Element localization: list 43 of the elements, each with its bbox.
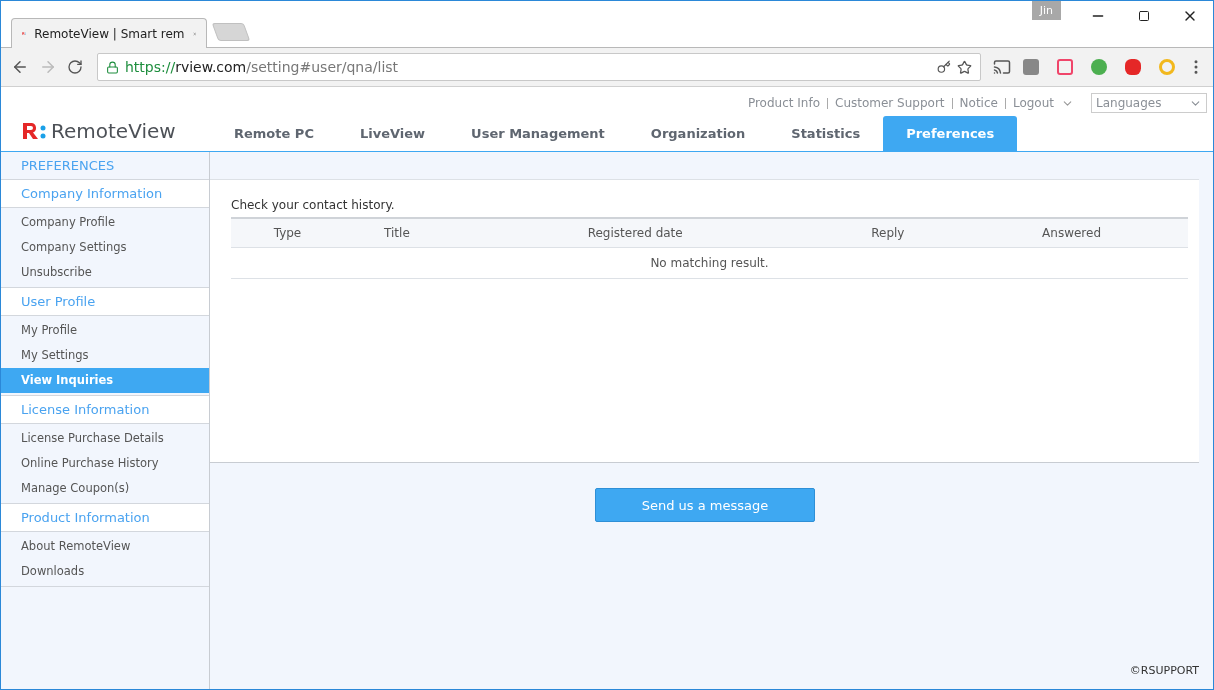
maximize-icon[interactable]: [1138, 10, 1150, 22]
extension-icon[interactable]: [1125, 59, 1141, 75]
column-header: Answered: [955, 218, 1188, 248]
sidebar-item[interactable]: Company Profile: [1, 210, 209, 235]
key-icon[interactable]: [937, 60, 951, 74]
reload-icon[interactable]: [67, 59, 83, 75]
logo-text: RemoteView: [51, 119, 176, 143]
column-header: Registered date: [449, 218, 821, 248]
bookmark-star-icon[interactable]: [957, 59, 972, 75]
logo-icon: [21, 121, 47, 141]
intro-text: Check your contact history.: [231, 198, 396, 212]
header-link[interactable]: Product Info: [747, 96, 820, 110]
column-header: Type: [231, 218, 344, 248]
header-link[interactable]: Customer Support: [835, 96, 945, 110]
sidebar-item[interactable]: Unsubscribe: [1, 260, 209, 285]
header-link[interactable]: Logout: [1012, 96, 1054, 110]
tab-title: RemoteView | Smart rem: [34, 26, 185, 41]
sidebar-item[interactable]: Manage Coupon(s): [1, 476, 209, 501]
sidebar-item[interactable]: Downloads: [1, 559, 209, 584]
address-bar[interactable]: https://rview.com/setting#user/qna/list: [97, 53, 981, 81]
lock-icon: [106, 60, 119, 74]
sidebar-item[interactable]: About RemoteView: [1, 534, 209, 559]
column-header: Title: [343, 218, 450, 248]
select-value: Languages: [1096, 96, 1162, 110]
url-text: https://rview.com/setting#user/qna/list: [125, 59, 400, 75]
language-select[interactable]: Languages: [1091, 93, 1207, 113]
sidebar-item[interactable]: Company Settings: [1, 235, 209, 260]
sidebar-item[interactable]: My Profile: [1, 318, 209, 343]
cast-icon[interactable]: [993, 58, 1011, 76]
nav-tab[interactable]: Organization: [627, 116, 769, 151]
extension-icon[interactable]: [1057, 59, 1073, 75]
browser-tab[interactable]: RemoteView | Smart rem: [11, 18, 207, 48]
sidebar-item[interactable]: License Purchase Details: [1, 426, 209, 451]
nav-tab[interactable]: Remote PC: [211, 116, 337, 151]
nav-tab[interactable]: LiveView: [336, 116, 449, 151]
header-link[interactable]: Notice: [959, 96, 998, 110]
nav-tab[interactable]: User Management: [448, 116, 628, 151]
empty-message: No matching result.: [231, 247, 1188, 279]
column-header: Reply: [820, 218, 956, 248]
sidebar-item[interactable]: Online Purchase History: [1, 451, 209, 476]
nav-tab[interactable]: Statistics: [768, 116, 884, 151]
copyright-text: ©RSUPPORT: [1129, 664, 1199, 677]
sidebar-item[interactable]: My Settings: [1, 343, 209, 368]
